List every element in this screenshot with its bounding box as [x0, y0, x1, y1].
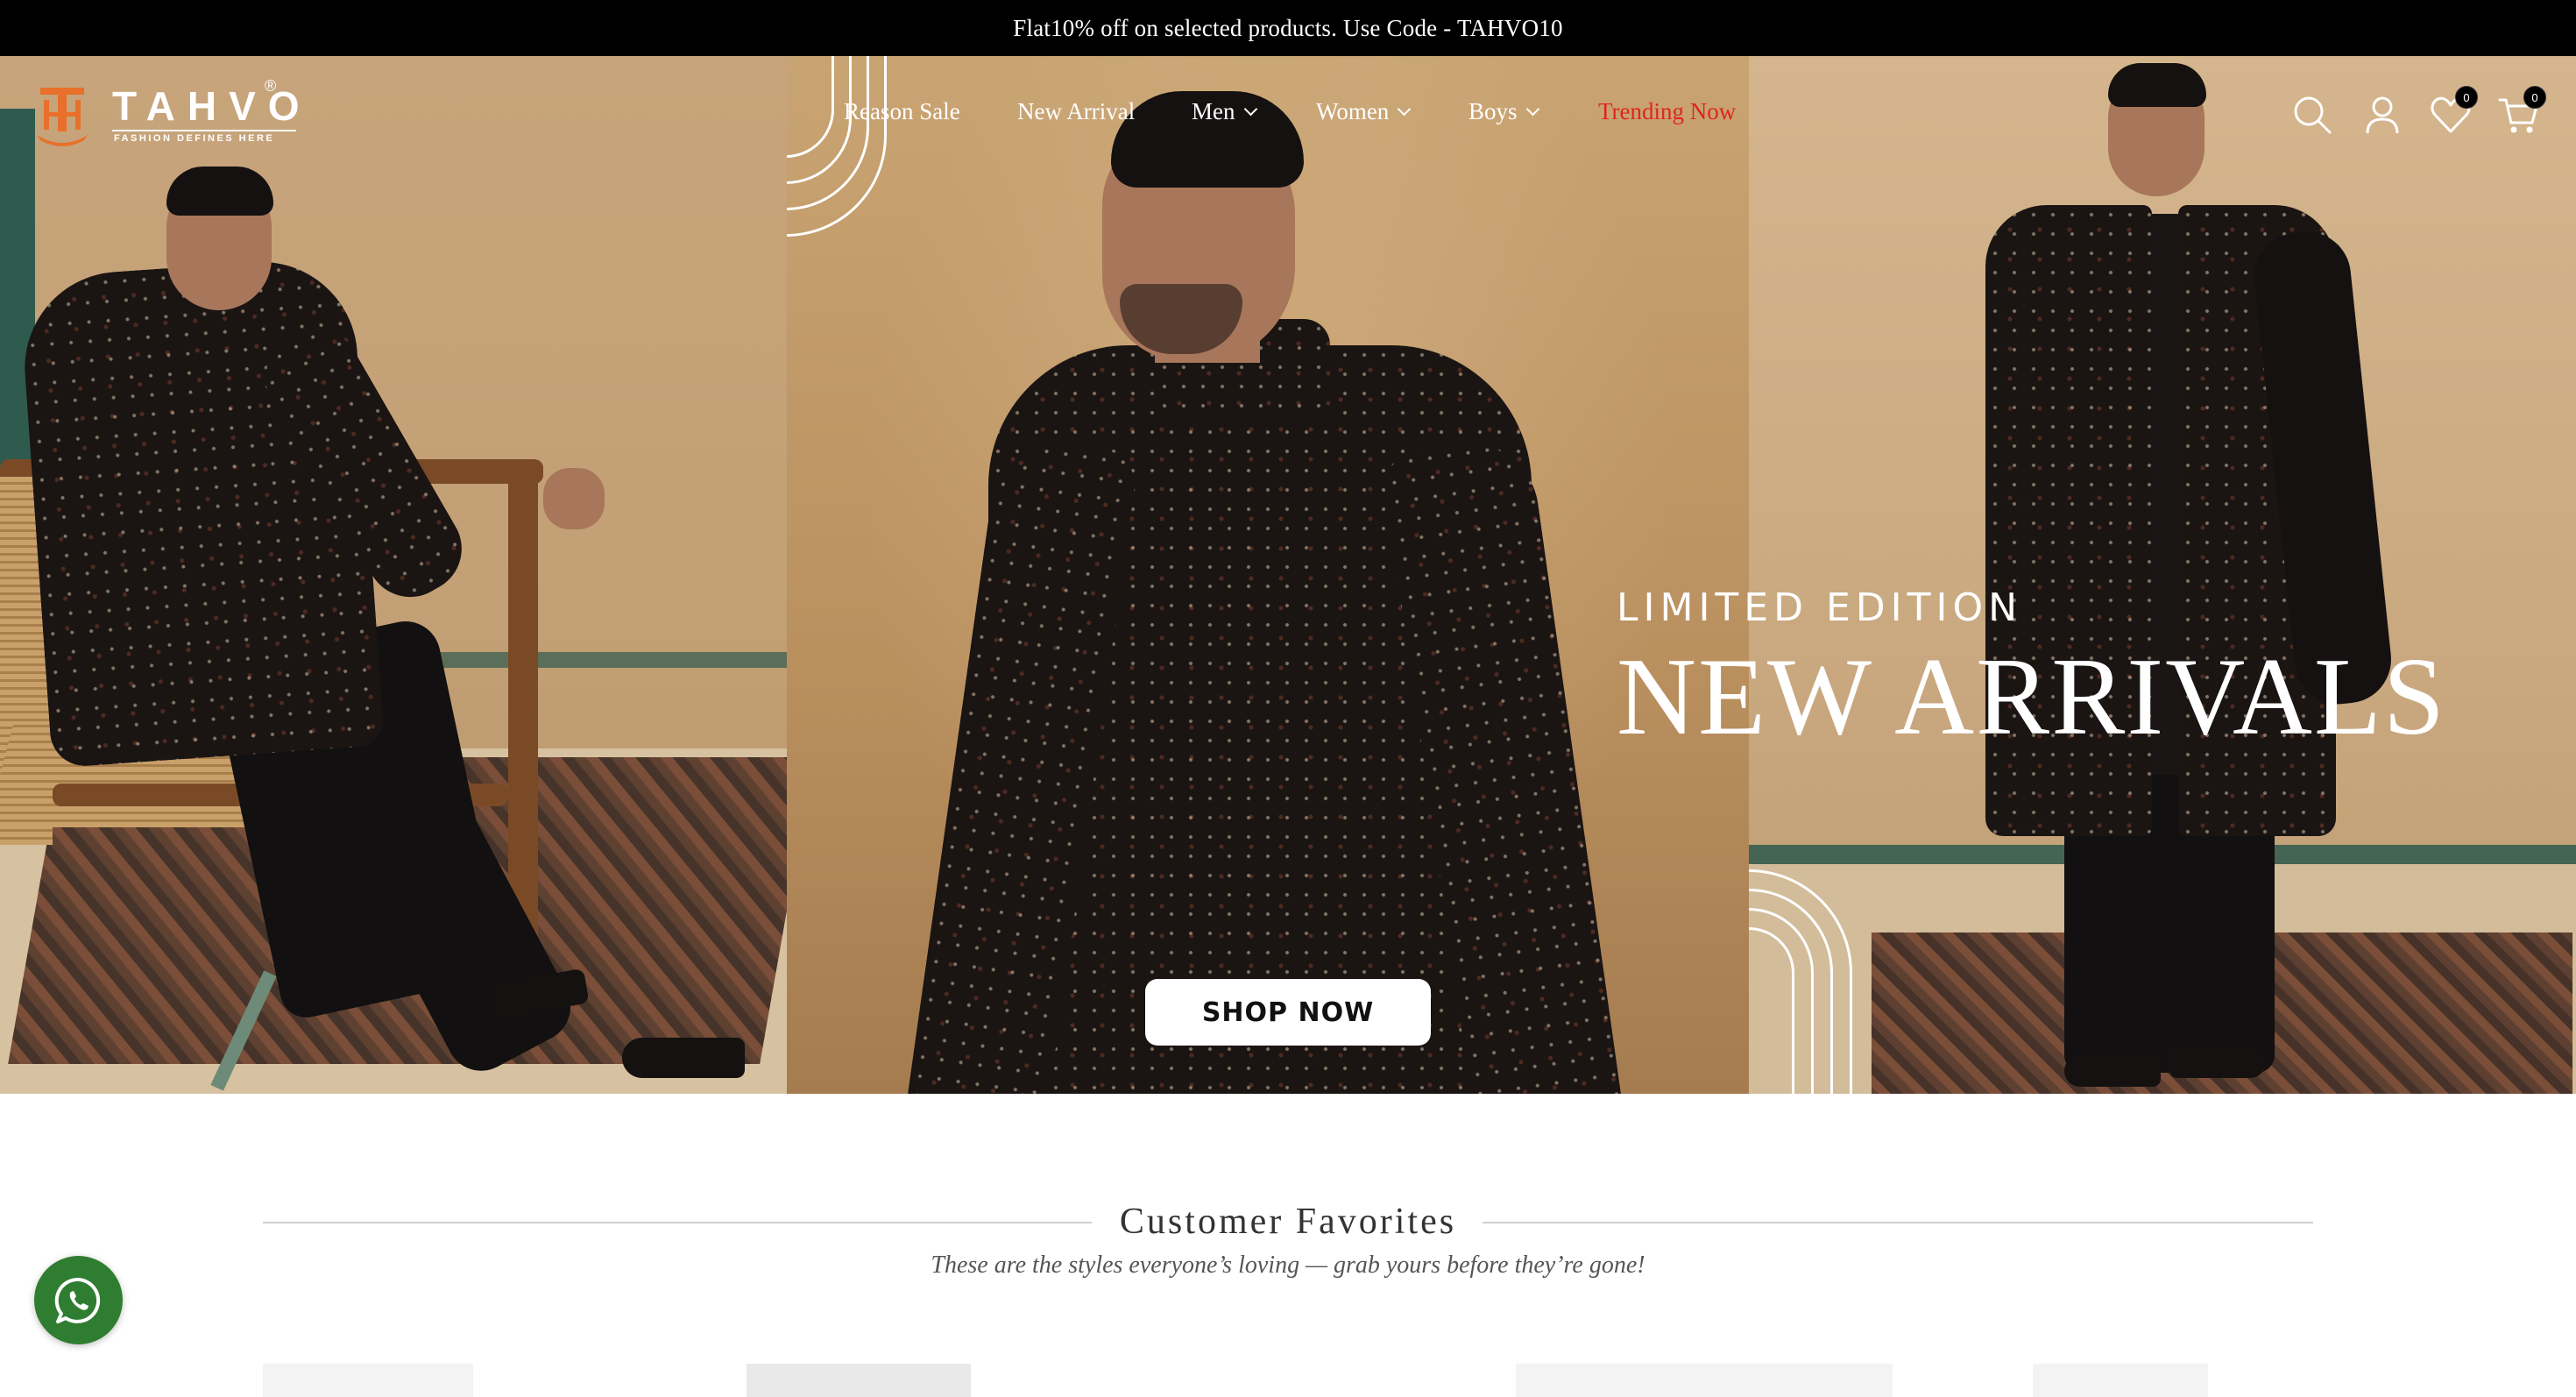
nav-new-arrival[interactable]: New Arrival — [1017, 98, 1135, 125]
cart-button[interactable]: 0 — [2497, 86, 2546, 137]
hero-image-center — [787, 56, 1749, 1094]
figure-hair — [2108, 63, 2206, 107]
announcement-bar: Flat10% off on selected products. Use Co… — [0, 0, 2576, 56]
announcement-text: Flat10% off on selected products. Use Co… — [1013, 14, 1563, 41]
figure-shoe — [2064, 1055, 2161, 1087]
product-card-peek[interactable] — [747, 1364, 971, 1397]
chevron-down-icon — [1243, 102, 1257, 117]
figure-shoe — [2169, 1046, 2266, 1078]
chevron-down-icon — [1525, 102, 1539, 117]
nav-men[interactable]: Men — [1192, 98, 1257, 125]
nav-label: Men — [1192, 98, 1235, 124]
nav-women[interactable]: Women — [1316, 98, 1412, 125]
wishlist-count-badge: 0 — [2455, 86, 2478, 109]
nav-label: Reason Sale — [844, 98, 960, 124]
brand-logo[interactable]: TAHVO ® FASHION DEFINES HERE — [35, 77, 300, 158]
chevron-down-icon — [1398, 102, 1412, 117]
figure-hair — [166, 167, 273, 216]
account-button[interactable] — [2360, 93, 2404, 137]
logo-underline — [112, 130, 296, 131]
hero-image-left — [0, 56, 787, 1094]
logo-mark-icon — [37, 88, 88, 146]
nav-label: Women — [1316, 98, 1390, 124]
hero-kicker: LIMITED EDITION — [1617, 585, 2023, 630]
product-card-peek[interactable] — [1516, 1364, 1893, 1397]
nav-label: Trending Now — [1598, 98, 1737, 124]
user-icon — [2366, 96, 2399, 134]
hero-banner: LIMITED EDITION NEW ARRIVALS SHOP NOW — [0, 56, 2576, 1094]
figure-shoe — [622, 1038, 745, 1078]
shop-now-button[interactable]: SHOP NOW — [1145, 979, 1431, 1046]
brand-tagline: FASHION DEFINES HERE — [114, 133, 275, 144]
search-icon — [2294, 96, 2332, 134]
nav-trending-now[interactable]: Trending Now — [1598, 98, 1736, 125]
nav-label: New Arrival — [1017, 98, 1136, 124]
whatsapp-chat-button[interactable] — [34, 1256, 123, 1344]
registered-mark: ® — [265, 77, 277, 95]
section-header: Customer Favorites — [263, 1201, 2313, 1245]
search-button[interactable] — [2290, 93, 2334, 137]
nav-label: Boys — [1468, 98, 1518, 124]
arch-decor — [1749, 927, 1794, 1094]
nav-reason-sale[interactable]: Reason Sale — [844, 98, 960, 125]
section-subtitle: These are the styles everyone’s loving —… — [931, 1252, 1645, 1279]
wishlist-button[interactable]: 0 — [2429, 86, 2478, 137]
product-card-peek[interactable] — [2033, 1364, 2208, 1397]
whatsapp-icon — [54, 1277, 100, 1323]
section-title: Customer Favorites — [1119, 1202, 1457, 1242]
nav-boys[interactable]: Boys — [1468, 98, 1539, 125]
cart-count-badge: 0 — [2523, 86, 2546, 109]
figure-hand — [543, 468, 605, 529]
product-card-peek[interactable] — [263, 1364, 473, 1397]
hero-image-right — [1749, 56, 2576, 1094]
brand-name: TAHVO — [112, 83, 312, 129]
hero-title: NEW ARRIVALS — [1617, 636, 2446, 758]
